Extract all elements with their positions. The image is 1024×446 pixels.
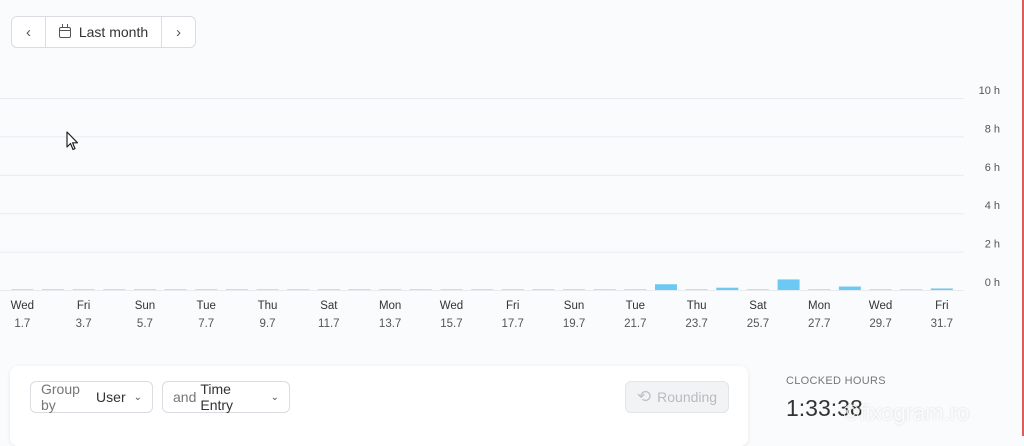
x-tick-day: Thu <box>258 300 278 312</box>
x-tick-date: 25.7 <box>747 318 769 330</box>
bar <box>777 279 800 290</box>
bar <box>317 289 340 290</box>
bar <box>746 289 769 290</box>
x-tick-date: 9.7 <box>260 318 276 330</box>
x-tick-date: 3.7 <box>76 318 92 330</box>
x-tick-date: 27.7 <box>808 318 830 330</box>
x-tick-date: 7.7 <box>198 318 214 330</box>
y-tick-label: 10 h <box>979 85 1000 97</box>
bar <box>287 289 310 290</box>
x-tick-day: Wed <box>11 300 34 312</box>
y-tick-label: 4 h <box>985 200 1000 212</box>
x-tick-date: 13.7 <box>379 318 401 330</box>
chevron-down-icon: ⌄ <box>270 391 279 403</box>
bar <box>348 289 371 290</box>
y-tick-label: 8 h <box>985 123 1000 135</box>
x-tick-date: 17.7 <box>502 318 524 330</box>
hours-bar-chart: 0 h 2 h 4 h 6 h 8 h 10 h Wed 1.7 Fri 3.7 Sun 5.7 Tue… <box>0 85 1000 330</box>
x-tick-date: 11.7 <box>318 318 340 330</box>
rounding-label: Rounding <box>657 389 718 405</box>
y-tick-label: 0 h <box>985 277 1000 289</box>
bar <box>103 289 126 290</box>
x-tick-day: Sun <box>564 300 584 312</box>
date-range-navigator: ‹ Last month › <box>11 16 196 48</box>
group-by-prefix: Group by <box>41 381 80 413</box>
bar <box>654 284 677 290</box>
previous-period-button[interactable]: ‹ <box>12 17 46 47</box>
x-tick-day: Fri <box>935 300 948 312</box>
y-tick-label: 2 h <box>985 239 1000 251</box>
bar <box>716 287 739 290</box>
watermark: ©fixogram.ro <box>843 400 970 425</box>
bar <box>685 289 708 290</box>
rounding-button[interactable]: ⟲ Rounding <box>625 381 729 413</box>
y-tick-label: 6 h <box>985 162 1000 174</box>
x-tick-day: Mon <box>379 300 401 312</box>
next-period-button[interactable]: › <box>161 17 195 47</box>
mouse-cursor-icon <box>66 131 79 151</box>
x-tick-day: Tue <box>197 300 216 312</box>
bar <box>379 289 402 290</box>
x-tick-day: Sun <box>135 300 155 312</box>
report-options-panel: Group by User ⌄ and Time Entry ⌄ ⟲ Round… <box>10 366 748 446</box>
bar <box>225 289 248 290</box>
bar <box>440 289 463 290</box>
x-tick-day: Fri <box>506 300 519 312</box>
x-tick-date: 1.7 <box>14 318 30 330</box>
bar <box>532 289 555 290</box>
date-range-label: Last month <box>78 24 149 40</box>
bar <box>900 289 923 290</box>
bar <box>195 289 218 290</box>
bar <box>838 286 861 290</box>
bar <box>808 289 831 290</box>
x-tick-date: 15.7 <box>440 318 462 330</box>
x-tick-day: Fri <box>77 300 90 312</box>
x-tick-day: Sat <box>749 300 767 312</box>
x-tick-date: 31.7 <box>931 318 953 330</box>
group-by-select[interactable]: Group by User ⌄ <box>30 381 153 413</box>
calendar-icon <box>58 23 71 38</box>
bar <box>930 288 953 290</box>
secondary-group-select[interactable]: and Time Entry ⌄ <box>162 381 290 413</box>
x-tick-date: 29.7 <box>869 318 891 330</box>
secondary-group-value: Time Entry <box>200 381 234 413</box>
x-tick-date: 23.7 <box>685 318 707 330</box>
bar <box>41 289 64 290</box>
bar <box>11 289 34 290</box>
bar <box>563 289 586 290</box>
bar <box>72 289 95 290</box>
secondary-group-prefix: and <box>173 389 197 405</box>
bar <box>869 289 892 290</box>
x-tick-day: Sat <box>320 300 338 312</box>
x-tick-day: Mon <box>808 300 830 312</box>
clocked-hours-label: CLOCKED HOURS <box>786 375 886 387</box>
x-tick-date: 21.7 <box>624 318 646 330</box>
bar <box>409 289 432 290</box>
bar <box>471 289 494 290</box>
bar <box>624 289 647 290</box>
bar <box>133 289 156 290</box>
date-range-picker[interactable]: Last month <box>46 17 161 47</box>
x-tick-date: 19.7 <box>563 318 585 330</box>
x-tick-day: Thu <box>687 300 707 312</box>
x-tick-day: Wed <box>869 300 892 312</box>
bar <box>256 289 279 290</box>
x-tick-day: Tue <box>626 300 645 312</box>
history-icon: ⟲ <box>636 387 652 406</box>
chevron-down-icon: ⌄ <box>133 391 142 403</box>
bar <box>593 289 616 290</box>
bar <box>164 289 187 290</box>
bar <box>501 289 524 290</box>
x-tick-day: Wed <box>440 300 463 312</box>
group-by-value: User <box>96 389 126 405</box>
x-tick-date: 5.7 <box>137 318 153 330</box>
